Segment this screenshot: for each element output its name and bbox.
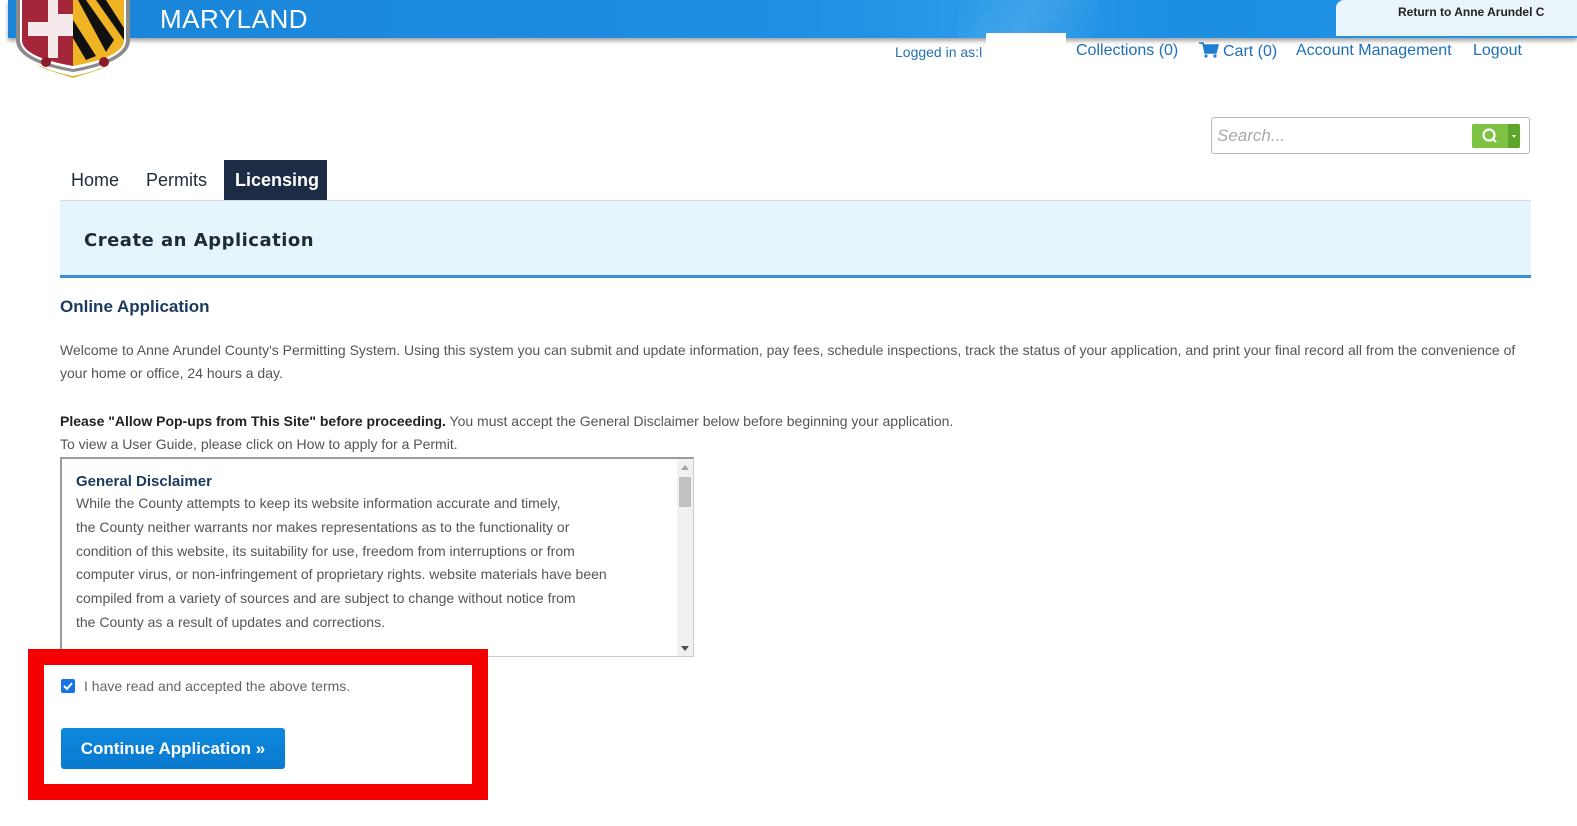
continue-application-button[interactable]: Continue Application » <box>61 728 285 769</box>
section-title: Online Application <box>60 297 210 316</box>
redacted-username <box>986 33 1066 63</box>
caret-down-icon <box>1512 135 1516 138</box>
disclaimer-line: condition of this website, its suitabili… <box>76 542 575 559</box>
scrollbar-thumb[interactable] <box>679 477 691 507</box>
disclaimer-line: computer virus, or non-infringement of p… <box>76 566 607 583</box>
brand-title: MARYLAND <box>160 4 309 34</box>
tab-home[interactable]: Home <box>60 160 131 200</box>
intro-text: Welcome to Anne Arundel County's Permitt… <box>60 342 1516 381</box>
search-input[interactable] <box>1217 122 1467 149</box>
accept-terms-checkbox[interactable] <box>61 679 75 693</box>
disclaimer-line: the County as a result of updates and co… <box>76 613 385 630</box>
collections-link[interactable]: Collections (0) <box>1076 42 1178 60</box>
disclaimer-line: While the County attempts to keep its we… <box>76 495 561 511</box>
logout-link[interactable]: Logout <box>1473 42 1522 60</box>
scroll-up-arrow-icon[interactable] <box>681 465 689 470</box>
red-highlight-annotation <box>28 649 488 800</box>
global-search <box>1211 117 1530 154</box>
page-header-panel: Create an Application <box>60 200 1531 278</box>
account-management-link[interactable]: Account Management <box>1296 42 1452 60</box>
cart-label: Cart (0) <box>1223 43 1278 60</box>
maryland-crest-logo[interactable] <box>6 0 136 80</box>
checkmark-icon <box>63 682 73 691</box>
cart-link[interactable]: Cart (0) <box>1199 42 1277 61</box>
search-options-dropdown[interactable] <box>1508 124 1520 148</box>
search-icon <box>1482 128 1497 143</box>
general-disclaimer-box[interactable]: General Disclaimer While the County atte… <box>60 457 694 657</box>
tab-licensing[interactable]: Licensing <box>224 160 327 207</box>
accept-terms-label: I have read and accepted the above terms… <box>84 678 351 694</box>
cart-icon <box>1199 42 1219 58</box>
disclaimer-body: While the County attempts to keep its we… <box>76 492 666 635</box>
disclaimer-scrollbar[interactable] <box>677 459 693 656</box>
popup-notice-text: You must accept the General Disclaimer b… <box>445 413 954 429</box>
return-to-county-link[interactable]: Return to Anne Arundel C <box>1336 0 1577 36</box>
logged-in-label: Logged in as:l <box>895 44 983 60</box>
scroll-down-arrow-icon[interactable] <box>681 646 689 651</box>
popup-notice-bold: Please "Allow Pop-ups from This Site" be… <box>60 413 446 429</box>
disclaimer-line: the County neither warrants nor makes re… <box>76 518 570 535</box>
popup-notice: Please "Allow Pop-ups from This Site" be… <box>60 410 1160 456</box>
user-guide-text: To view a User Guide, please click on Ho… <box>60 436 458 452</box>
disclaimer-title: General Disclaimer <box>76 473 212 490</box>
tab-permits[interactable]: Permits <box>135 160 219 200</box>
search-button[interactable] <box>1472 124 1508 148</box>
disclaimer-line: compiled from a variety of sources and a… <box>76 590 576 607</box>
page-title: Create an Application <box>84 230 315 251</box>
